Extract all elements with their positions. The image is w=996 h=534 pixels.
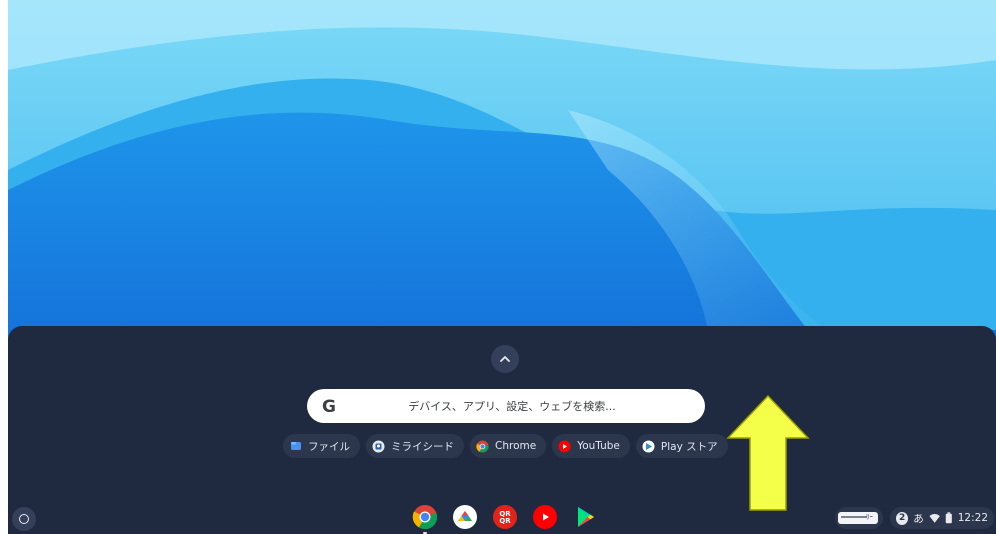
- miraiseed-icon: [372, 440, 385, 453]
- shelf-play-store[interactable]: [572, 504, 598, 530]
- files-icon: [289, 440, 302, 453]
- chip-youtube[interactable]: YouTube: [552, 434, 630, 458]
- google-home-icon: [453, 505, 477, 529]
- chip-label: Chrome: [495, 440, 537, 452]
- wifi-icon: [929, 513, 940, 523]
- youtube-icon: [558, 440, 571, 453]
- chip-label: ミライシード: [391, 440, 454, 453]
- search-placeholder: デバイス、アプリ、設定、ウェブを検索...: [408, 400, 616, 413]
- notification-count-badge: 2: [896, 511, 909, 525]
- expand-launcher-button[interactable]: [491, 345, 519, 373]
- chip-label: Play ストア: [660, 440, 718, 453]
- play-store-icon: [578, 507, 594, 527]
- shelf-qr-reader[interactable]: QR QR: [492, 504, 518, 530]
- chrome-icon: [476, 440, 489, 453]
- ime-label: ﾘｰ: [866, 513, 873, 521]
- chip-play-store[interactable]: Play ストア: [635, 434, 728, 458]
- launcher-button[interactable]: [12, 507, 36, 531]
- chip-miraiseed[interactable]: ミライシード: [366, 434, 464, 458]
- chip-label: YouTube: [577, 440, 620, 452]
- clock: 12:22: [957, 512, 988, 524]
- qr-reader-icon: QRQR: [493, 505, 517, 529]
- chevron-up-icon: [500, 356, 510, 362]
- keyboard-lines: [841, 516, 867, 518]
- input-method-indicator: あ: [913, 512, 924, 525]
- chip-chrome[interactable]: Chrome: [470, 434, 547, 458]
- svg-text:QR: QR: [499, 517, 511, 525]
- chip-files[interactable]: ファイル: [283, 434, 360, 458]
- shelf-chrome[interactable]: [412, 504, 438, 534]
- youtube-icon: [533, 505, 557, 529]
- shelf-apps: QR QR: [412, 504, 598, 534]
- launcher-search-box[interactable]: G デバイス、アプリ、設定、ウェブを検索...: [307, 389, 705, 423]
- launcher-circle-icon: [19, 514, 29, 524]
- ime-menu-button[interactable]: ﾘｰ: [835, 507, 883, 529]
- play-store-icon: [642, 440, 655, 453]
- shelf-youtube[interactable]: [532, 504, 558, 530]
- suggestion-chips: ファイル ミライシード Chrome YouTube Play ストア: [283, 434, 728, 458]
- status-tray[interactable]: 2 あ 12:22: [890, 507, 994, 529]
- chromeos-desktop: G デバイス、アプリ、設定、ウェブを検索... ファイル ミライシード Chro…: [0, 0, 996, 534]
- shelf-google-home[interactable]: [452, 504, 478, 530]
- chrome-icon: [412, 505, 438, 530]
- battery-icon: [945, 512, 952, 524]
- chip-label: ファイル: [308, 440, 350, 453]
- yellow-up-arrow-icon: [726, 394, 810, 511]
